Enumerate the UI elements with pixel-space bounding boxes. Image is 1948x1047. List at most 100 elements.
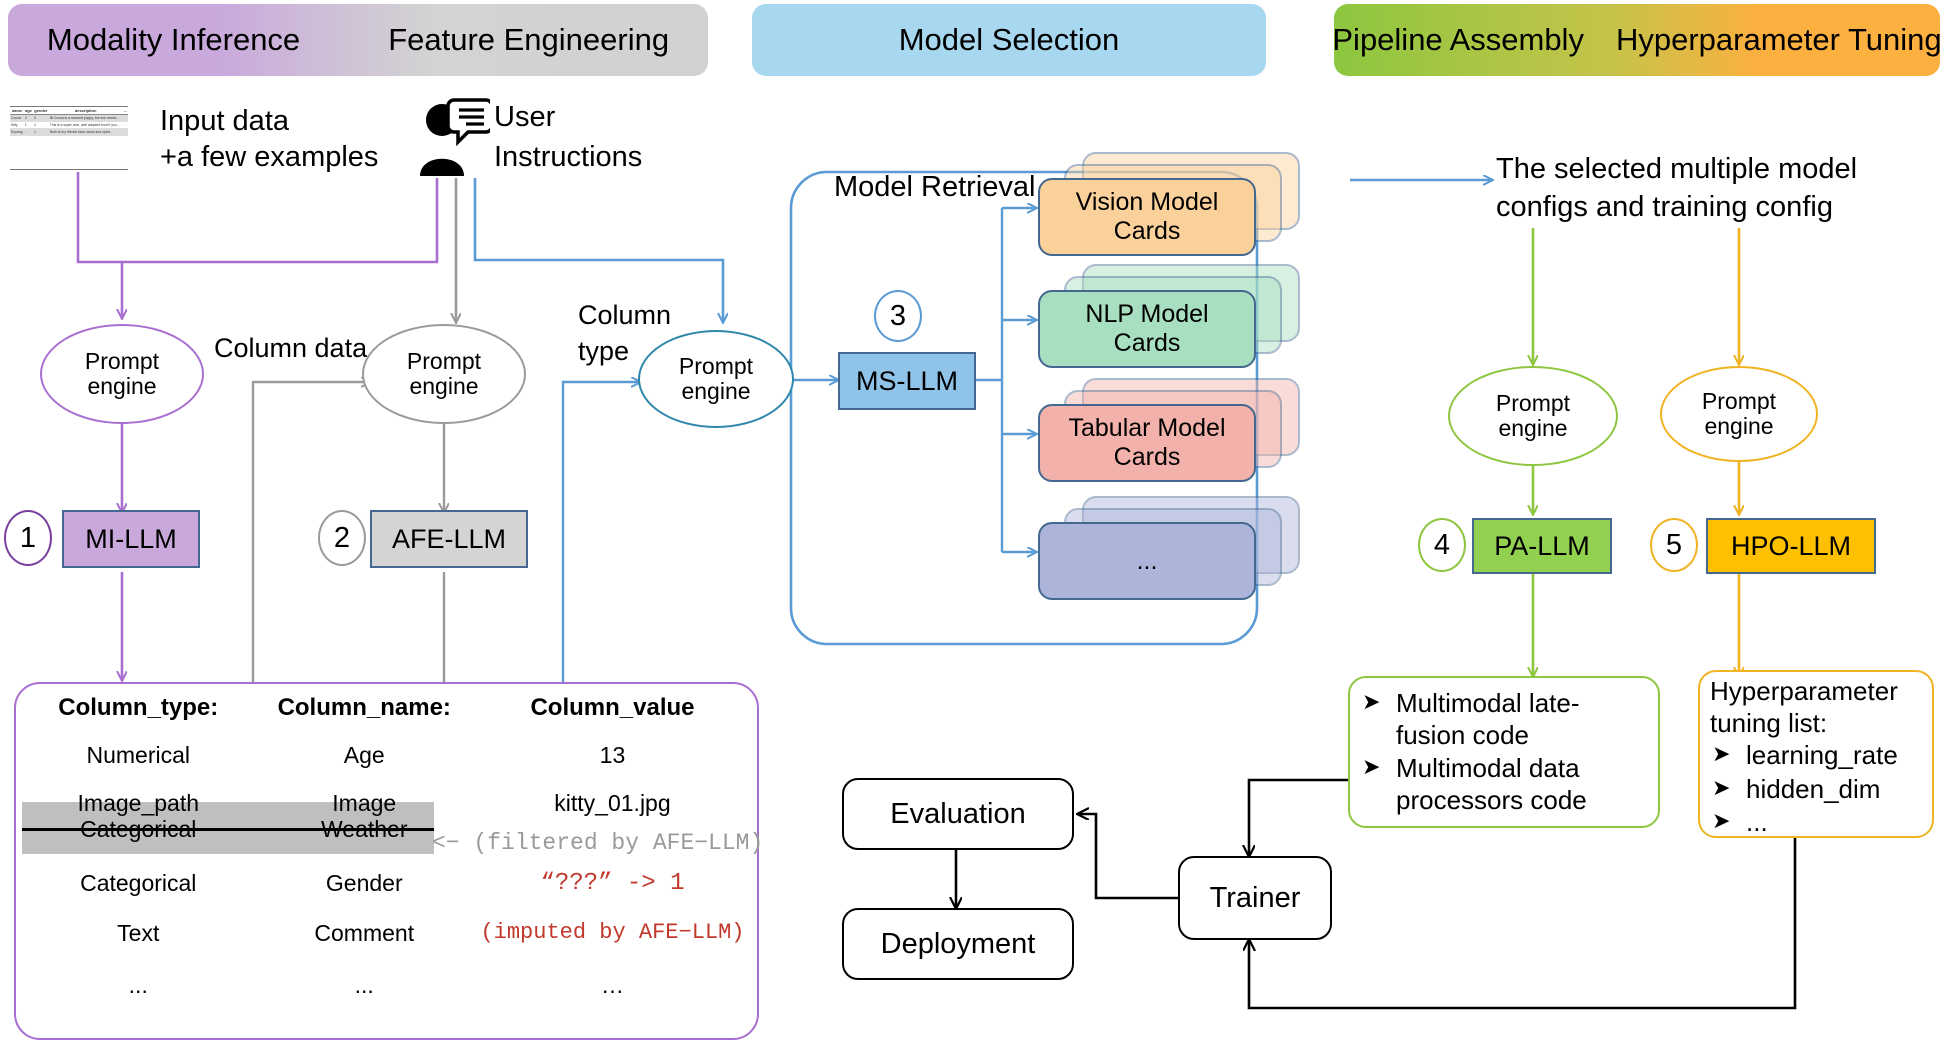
edge-label-column-type-line1: Column bbox=[578, 300, 672, 330]
table-row: Text Comment (imputed by AFE−LLM) bbox=[16, 920, 757, 947]
cell-name: Age bbox=[343, 742, 385, 768]
nlp-card-line2: Cards bbox=[1113, 329, 1181, 357]
table-row: Image_path Image kitty_01.jpg bbox=[16, 790, 757, 817]
thumb-col-description: description bbox=[48, 107, 123, 115]
bullet-arrow-icon: ➤ bbox=[1712, 808, 1731, 834]
step-number-3: 3 bbox=[874, 290, 922, 342]
thumb-col-gender: gender bbox=[33, 107, 49, 115]
hpo-item-0: learning_rate bbox=[1746, 740, 1898, 770]
banner-label-modality-inference: Modality Inference bbox=[46, 22, 301, 57]
input-data-table-thumbnail: name age gender description ... Cocoa 3 … bbox=[10, 106, 128, 170]
user-label-line1: User bbox=[494, 101, 556, 133]
thumb-cell: 1 bbox=[33, 121, 49, 129]
step-number-4: 4 bbox=[1418, 518, 1466, 572]
input-data-label-line2: +a few examples bbox=[160, 141, 379, 173]
table-row: Categorical Gender “???” -> 1 bbox=[16, 870, 757, 897]
diagram-canvas: Modality Inference Feature Engineering M… bbox=[0, 0, 1948, 1047]
thumb-cell: . bbox=[122, 121, 128, 129]
prompt-engine-line2: engine bbox=[1498, 415, 1568, 441]
prompt-engine-line1: Prompt bbox=[1701, 387, 1777, 414]
cell-value-note: (imputed by AFE−LLM) bbox=[480, 920, 745, 945]
cell-type: Text bbox=[117, 920, 160, 946]
user-label-line2: Instructions bbox=[494, 141, 643, 173]
pipeline-item-1-line1: Multimodal data bbox=[1396, 753, 1580, 784]
tabular-model-card[interactable]: Tabular Model Cards bbox=[1038, 404, 1256, 482]
thumb-cell: 3 bbox=[23, 114, 33, 122]
thumb-cell: . bbox=[122, 128, 128, 136]
table-row: Kitty 1 1 This is a super cute, well ado… bbox=[10, 121, 128, 129]
selected-configs-line1: The selected multiple model bbox=[1496, 153, 1858, 185]
hpo-bullets: ➤ learning_rate ➤ hidden_dim ➤ ... bbox=[1712, 740, 1930, 841]
cell-type: Categorical bbox=[80, 870, 197, 896]
cell-value: … bbox=[600, 972, 624, 998]
table-row: Numerical Age 13 bbox=[16, 742, 757, 769]
other-model-card[interactable]: ... bbox=[1038, 522, 1256, 600]
prompt-engine-line2: engine bbox=[409, 373, 479, 399]
prompt-engine-pa: Prompt engine bbox=[1448, 366, 1618, 466]
thumb-cell: Both of my friends have same and speci..… bbox=[48, 128, 123, 136]
cell-value: 13 bbox=[599, 742, 626, 768]
hpo-llm-box[interactable]: HPO-LLM bbox=[1706, 518, 1876, 574]
hpo-title-line1: Hyperparameter bbox=[1710, 676, 1898, 706]
vision-card-line2: Cards bbox=[1113, 217, 1181, 245]
table-row: Enyang - 1 Both of my friends have same … bbox=[10, 128, 128, 136]
pa-llm-box[interactable]: PA-LLM bbox=[1472, 518, 1612, 574]
bullet-arrow-icon: ➤ bbox=[1362, 689, 1381, 714]
list-item: ➤ Multimodal data processors code bbox=[1362, 753, 1654, 816]
vision-card-line1: Vision Model bbox=[1075, 188, 1219, 217]
hpo-item-1: hidden_dim bbox=[1746, 773, 1881, 804]
thumb-cell: 0 bbox=[33, 114, 49, 122]
thumbnail-table: name age gender description ... Cocoa 3 … bbox=[10, 107, 128, 136]
filtered-by-afe-note: <− (filtered by AFE−LLM) bbox=[432, 830, 764, 856]
thumb-cell: - bbox=[23, 128, 33, 136]
thumb-col-age: age bbox=[23, 107, 33, 115]
prompt-engine-line2: engine bbox=[1704, 413, 1774, 439]
pipeline-assembly-bullets: ➤ Multimodal late- fusion code ➤ Multimo… bbox=[1362, 688, 1654, 819]
pipeline-item-0-line1: Multimodal late- bbox=[1396, 688, 1580, 718]
nlp-model-card[interactable]: NLP Model Cards bbox=[1038, 290, 1256, 368]
cell-value: kitty_01.jpg bbox=[554, 790, 671, 816]
prompt-engine-hpo: Prompt engine bbox=[1660, 366, 1818, 462]
mi-llm-box[interactable]: MI-LLM bbox=[62, 510, 200, 568]
prompt-engine-ms: Prompt engine bbox=[638, 330, 794, 428]
prompt-engine-mi: Prompt engine bbox=[40, 324, 204, 424]
banner-label-feature-engineering: Feature Engineering bbox=[388, 22, 670, 57]
cell-type: Image_path bbox=[77, 790, 199, 816]
hpo-item-2: ... bbox=[1746, 807, 1768, 838]
thumb-cell: Enyang bbox=[10, 128, 24, 136]
thumb-cell: 1 bbox=[33, 128, 49, 136]
prompt-engine-line2: engine bbox=[681, 378, 751, 404]
afe-llm-box[interactable]: AFE-LLM bbox=[370, 510, 528, 568]
banner-pipeline-hyperparameter: Pipeline Assembly Hyperparameter Tuning bbox=[1332, 4, 1942, 76]
header-column-value: Column_value bbox=[530, 694, 695, 721]
vision-model-card[interactable]: Vision Model Cards bbox=[1038, 178, 1256, 256]
pipeline-item-1-line2: processors code bbox=[1396, 785, 1587, 816]
user-instructions-icon bbox=[420, 98, 490, 176]
table-row: ... ... … bbox=[16, 972, 757, 999]
ms-llm-box[interactable]: MS-LLM bbox=[838, 352, 976, 410]
prompt-engine-line2: engine bbox=[87, 373, 157, 399]
cell-type: Numerical bbox=[86, 742, 191, 768]
thumb-cell: . bbox=[122, 114, 128, 122]
cell-value-imputed: “???” -> 1 bbox=[540, 870, 685, 897]
input-data-label-line1: Input data bbox=[160, 105, 289, 137]
tabular-card-line1: Tabular Model bbox=[1068, 414, 1226, 443]
banner-modality-feature: Modality Inference Feature Engineering bbox=[8, 4, 708, 76]
header-column-name: Column_name: bbox=[277, 694, 451, 721]
bullet-arrow-icon: ➤ bbox=[1362, 754, 1381, 780]
column-summary-panel: Column_type: Column_name: Column_value N… bbox=[14, 682, 759, 1040]
cell-name: Image bbox=[332, 790, 397, 816]
deployment-box[interactable]: Deployment bbox=[842, 908, 1074, 980]
other-card-label: ... bbox=[1136, 546, 1158, 575]
trainer-box[interactable]: Trainer bbox=[1178, 856, 1332, 940]
thumb-cell: 1 bbox=[23, 121, 33, 129]
thumbnail-header-row: name age gender description ... bbox=[10, 107, 128, 115]
thumb-col-more: ... bbox=[122, 107, 128, 115]
prompt-engine-line1: Prompt bbox=[406, 347, 482, 374]
evaluation-box[interactable]: Evaluation bbox=[842, 778, 1074, 850]
bullet-arrow-icon: ➤ bbox=[1712, 774, 1731, 800]
table-row: Cocoa 3 0 fill Cocoa is a rescued puppy,… bbox=[10, 114, 128, 122]
list-item: ➤ learning_rate bbox=[1712, 740, 1930, 772]
prompt-engine-line1: Prompt bbox=[1495, 389, 1571, 416]
list-item: ➤ ... bbox=[1712, 807, 1930, 839]
